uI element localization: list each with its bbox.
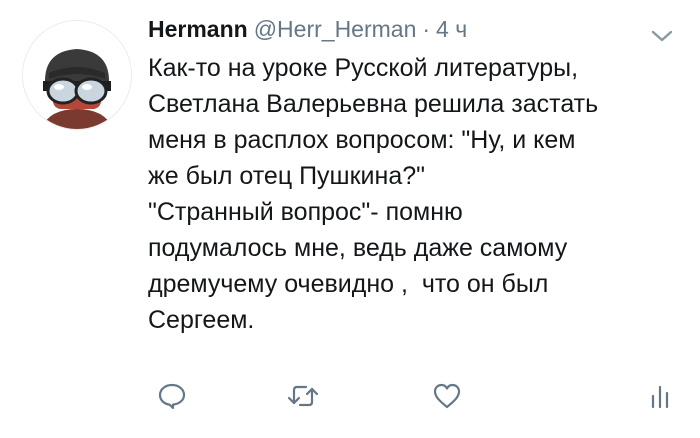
tweet-text-line: же был отец Пушкина?" <box>148 162 426 190</box>
separator-dot: · <box>422 16 431 42</box>
tweet-actions <box>0 376 700 420</box>
tweet-text-line: Светлана Валерьевна решила застать <box>148 90 599 118</box>
user-handle[interactable]: @Herr_Herman <box>254 10 417 48</box>
tweet-text: Как-то на уроке Русской литературы, Свет… <box>148 50 688 338</box>
tweet-header: Hermann @Herr_Herman · 4 ч <box>148 10 467 48</box>
tweet-text-line: "Странный вопрос"- помню <box>148 198 463 226</box>
retweet-button[interactable] <box>283 376 323 416</box>
tweet-text-line: дремучему очевидно , что он был <box>148 270 549 298</box>
tweet-text-line: Сергеем. <box>148 306 255 334</box>
tweet-text-line: меня в расплох вопросом: "Ну, и кем <box>148 126 576 154</box>
tweet-text-line: подумалось мне, ведь даже самому <box>148 234 568 262</box>
reply-button[interactable] <box>152 376 192 416</box>
like-button[interactable] <box>427 376 467 416</box>
timestamp[interactable]: 4 ч <box>436 10 467 48</box>
heart-icon <box>433 383 461 409</box>
tweet-card: Hermann @Herr_Herman · 4 ч Как-то на уро… <box>0 0 700 438</box>
avatar-image <box>23 21 131 129</box>
retweet-icon <box>287 385 319 407</box>
avatar[interactable] <box>22 20 132 130</box>
tweet-text-line: Как-то на уроке Русской литературы, <box>148 54 579 82</box>
display-name[interactable]: Hermann <box>148 10 248 48</box>
reply-icon <box>158 383 186 410</box>
chevron-down-icon[interactable] <box>650 28 674 44</box>
analytics-icon <box>651 385 669 409</box>
analytics-button[interactable] <box>640 376 680 416</box>
